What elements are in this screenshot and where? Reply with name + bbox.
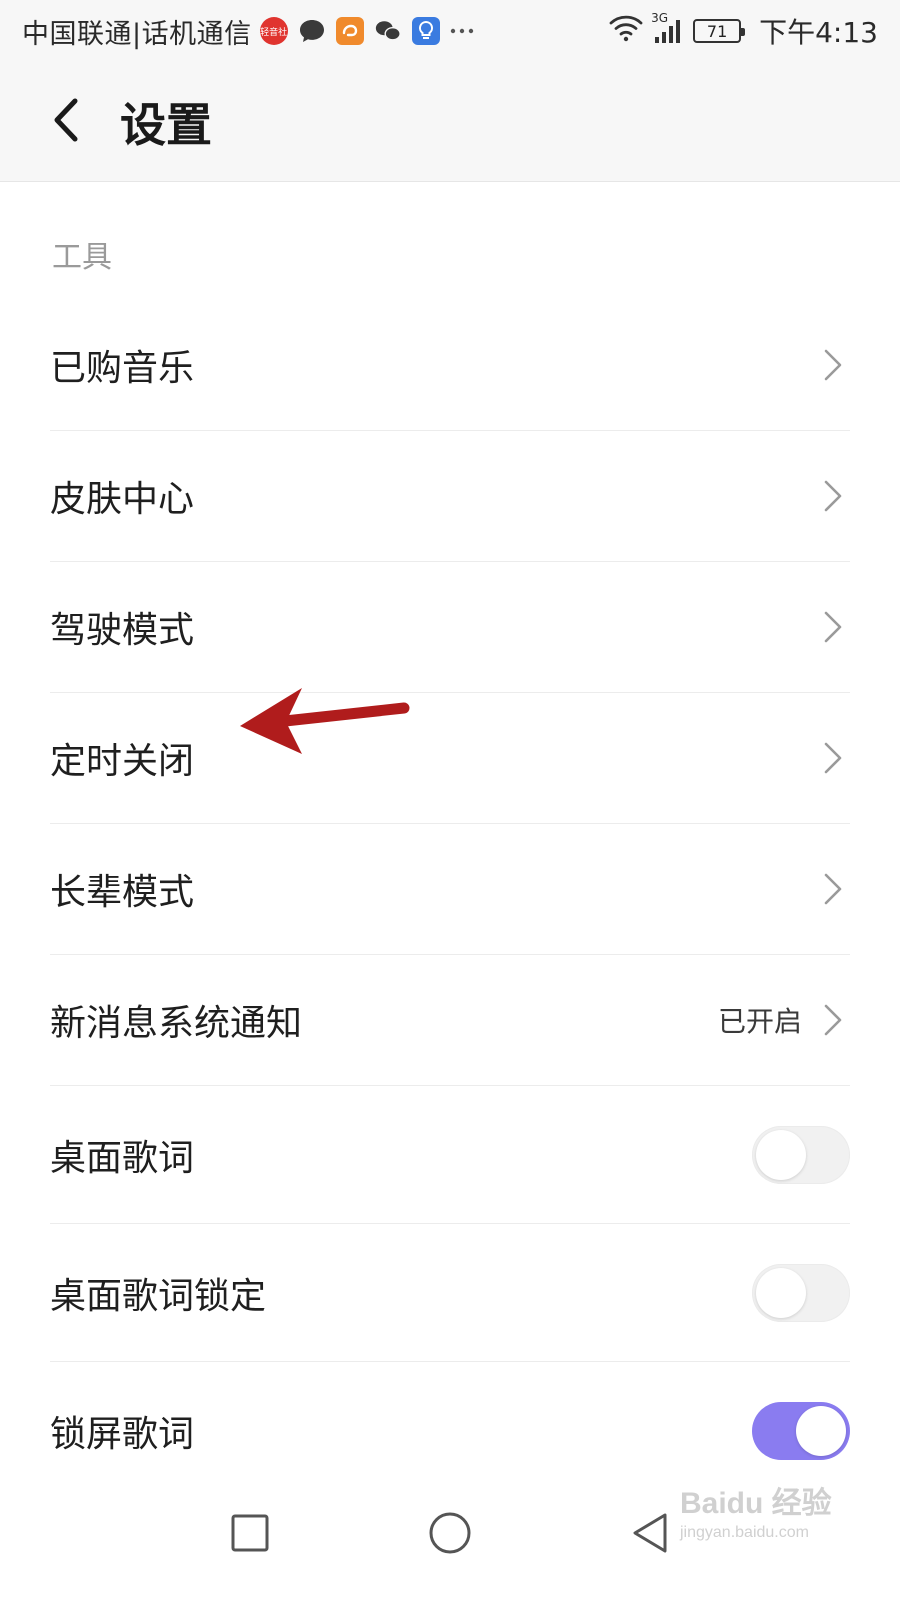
row-value: 已开启 [717, 1005, 802, 1038]
row-label: 长辈模式 [50, 872, 195, 913]
settings-row-desktop-lyrics: 桌面歌词 [50, 1086, 850, 1224]
toggle-knob [756, 1267, 806, 1318]
section-label: 工具 [52, 240, 112, 275]
row-label: 桌面歌词 [50, 1137, 195, 1179]
row-right: 已开启 [718, 1000, 850, 1040]
uc-browser-icon [335, 17, 364, 45]
battery-level: 71 [706, 21, 728, 41]
desktop-lyrics-lock-toggle[interactable] [752, 1263, 850, 1322]
row-right [752, 1263, 850, 1322]
notification-icons: 轻音社 [259, 17, 474, 45]
message-bubble-icon [298, 17, 326, 45]
desktop-lyrics-toggle[interactable] [752, 1125, 850, 1184]
wechat-icon [374, 17, 402, 45]
more-dots-icon [450, 17, 474, 45]
chevron-right-icon [820, 479, 846, 513]
carrier-label: 中国联通|话机通信 [22, 18, 252, 50]
toggle-knob [756, 1129, 806, 1180]
wifi-icon [609, 14, 643, 49]
recent-apps-button[interactable] [220, 1505, 280, 1565]
back-icon [630, 1511, 670, 1559]
back-arrow-icon [51, 97, 81, 147]
chevron-right-icon [820, 1003, 846, 1037]
status-right: 3G 71 下午4:13 [609, 11, 878, 51]
settings-row-skin-center[interactable]: 皮肤中心 [50, 431, 850, 562]
toggle-knob [796, 1406, 846, 1456]
row-label: 定时关闭 [50, 741, 195, 782]
network-type-label: 3G [651, 11, 669, 25]
settings-row-sleep-timer[interactable]: 定时关闭 [50, 693, 850, 824]
recent-apps-icon [230, 1513, 270, 1557]
row-label: 驾驶模式 [50, 610, 195, 651]
nav-back-button[interactable] [620, 1505, 680, 1565]
system-nav-bar [0, 1470, 900, 1600]
settings-row-purchased-music[interactable]: 已购音乐 [50, 300, 850, 431]
home-button[interactable] [420, 1505, 480, 1565]
back-button[interactable] [26, 82, 106, 162]
row-right [820, 741, 850, 775]
settings-list: 已购音乐 皮肤中心 驾驶模式 定时关闭 长辈模式 新消息系统通知 已开启 桌面歌… [0, 300, 900, 1500]
lightbulb-icon [411, 17, 440, 45]
qingyinshe-icon: 轻音社 [259, 17, 288, 45]
battery-icon: 71 [693, 19, 746, 43]
signal-icon: 3G [651, 11, 683, 45]
row-right [752, 1402, 850, 1460]
row-label: 新消息系统通知 [50, 1003, 303, 1044]
chevron-right-icon [820, 741, 846, 775]
row-label: 锁屏歌词 [50, 1414, 195, 1455]
row-label: 桌面歌词锁定 [50, 1275, 267, 1317]
chevron-right-icon [820, 348, 846, 382]
chevron-right-icon [820, 872, 846, 906]
settings-row-desktop-lyrics-lock: 桌面歌词锁定 [50, 1224, 850, 1362]
row-right [752, 1125, 850, 1184]
row-right [820, 872, 850, 906]
row-right [820, 610, 850, 644]
home-icon [428, 1511, 472, 1559]
row-right [820, 348, 850, 382]
chevron-right-icon [820, 610, 846, 644]
lockscreen-lyrics-toggle[interactable] [752, 1402, 850, 1460]
row-label: 皮肤中心 [50, 479, 195, 520]
header: 设置 [0, 62, 900, 182]
settings-row-elder-mode[interactable]: 长辈模式 [50, 824, 850, 955]
settings-row-message-notification[interactable]: 新消息系统通知 已开启 [50, 955, 850, 1086]
status-bar: 中国联通|话机通信 轻音社 3G 71 下午4:13 [0, 0, 900, 62]
clock: 下午4:13 [759, 16, 878, 49]
settings-row-driving-mode[interactable]: 驾驶模式 [50, 562, 850, 693]
page-title: 设置 [120, 97, 212, 152]
screen: 中国联通|话机通信 轻音社 3G 71 下午4:13 设置 工具 已购音乐 皮肤… [0, 0, 900, 1600]
row-right [820, 479, 850, 513]
row-label: 已购音乐 [50, 348, 195, 389]
